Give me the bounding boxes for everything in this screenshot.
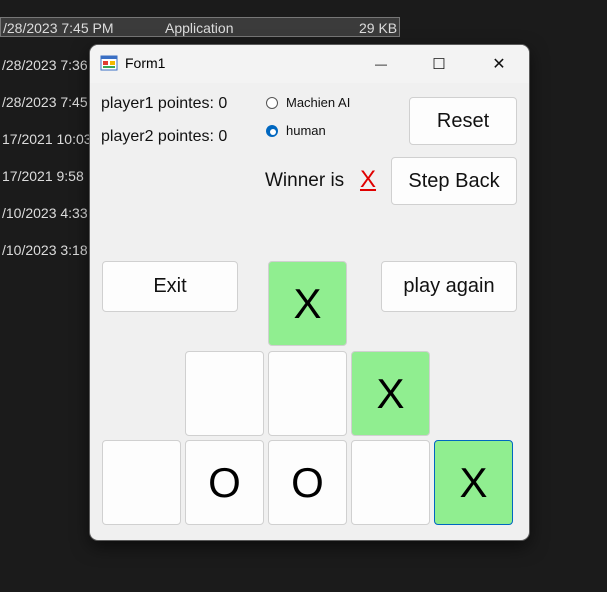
radio-unchecked-icon (266, 96, 278, 109)
close-icon: ✕ (492, 56, 506, 73)
winner-mark: X (360, 166, 377, 193)
board-cell[interactable]: O (185, 440, 264, 525)
file-size: 29 KB (359, 20, 398, 36)
maximize-button[interactable]: ☐ (416, 45, 462, 83)
player2-score: player2 pointes: 0 (101, 128, 228, 145)
file-date: 17/2021 9:58 (2, 168, 84, 184)
winner-label: Winner is (265, 170, 345, 191)
file-type: Application (165, 20, 234, 36)
exit-button[interactable]: Exit (102, 261, 238, 312)
board-cell[interactable]: X (434, 440, 513, 525)
file-row-selected[interactable]: /28/2023 7:45 PM Application 29 KB (0, 17, 400, 37)
board-cell[interactable]: X (268, 261, 347, 346)
window-title: Form1 (125, 55, 166, 71)
board-cell[interactable] (351, 440, 430, 525)
player1-score: player1 pointes: 0 (101, 95, 228, 112)
maximize-icon: ☐ (432, 56, 446, 73)
step-back-button[interactable]: Step Back (391, 157, 517, 205)
reset-button[interactable]: Reset (409, 97, 517, 145)
file-date: /10/2023 4:33 (2, 205, 88, 221)
board-cell[interactable] (268, 351, 347, 436)
radio-human[interactable]: human (266, 123, 326, 138)
radio-label: human (286, 123, 326, 138)
file-date: /28/2023 7:45 (2, 94, 88, 110)
file-date: /10/2023 3:18 (2, 242, 88, 258)
close-button[interactable]: ✕ (476, 45, 522, 83)
file-date: /28/2023 7:45 PM (3, 20, 114, 36)
radio-checked-icon (266, 124, 278, 137)
radio-label: Machien AI (286, 95, 351, 110)
form1-window: Form1 — ☐ ✕ player1 pointes: 0 player2 p… (90, 45, 529, 540)
minimize-button[interactable]: — (358, 45, 404, 83)
file-date: /28/2023 7:36 (2, 57, 88, 73)
app-icon (100, 55, 118, 71)
board-cell[interactable] (185, 351, 264, 436)
file-date: 17/2021 10:03 (2, 131, 92, 147)
board-cell[interactable]: O (268, 440, 347, 525)
title-bar[interactable]: Form1 — ☐ ✕ (90, 45, 529, 83)
play-again-button[interactable]: play again (381, 261, 517, 312)
board-cell[interactable] (102, 440, 181, 525)
radio-machine-ai[interactable]: Machien AI (266, 95, 350, 110)
minimize-icon: — (375, 57, 387, 71)
board-cell[interactable]: X (351, 351, 430, 436)
